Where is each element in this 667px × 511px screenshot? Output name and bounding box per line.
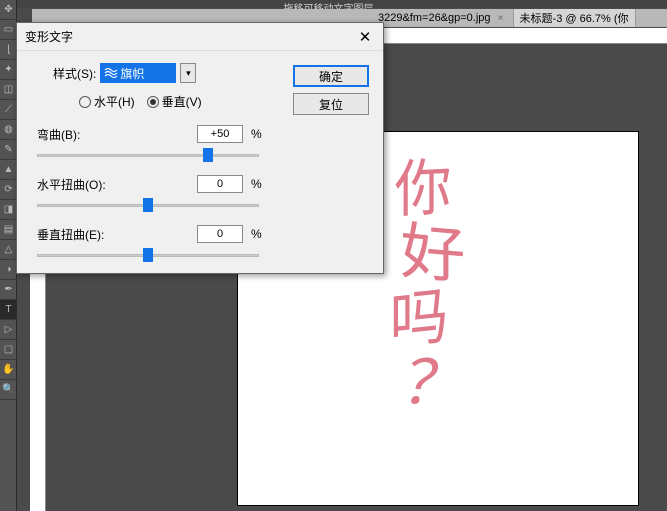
- dialog-buttons: 确定 复位: [293, 65, 369, 115]
- hdist-row: 水平扭曲(O): %: [37, 174, 371, 194]
- tool-eyedropper[interactable]: ⟋: [0, 100, 17, 120]
- flag-icon: [104, 66, 118, 80]
- tool-eraser[interactable]: ◨: [0, 200, 17, 220]
- hdist-input[interactable]: [197, 175, 243, 193]
- tool-move[interactable]: ✥: [0, 0, 17, 20]
- bend-input[interactable]: [197, 125, 243, 143]
- tool-dodge[interactable]: ◑: [0, 260, 17, 280]
- radio-horizontal[interactable]: 水平(H): [79, 93, 135, 110]
- tool-heal[interactable]: ◍: [0, 120, 17, 140]
- radio-icon: [79, 96, 91, 108]
- dialog-titlebar[interactable]: 变形文字 ✕: [17, 23, 383, 51]
- tool-stamp[interactable]: ▲: [0, 160, 17, 180]
- warped-char: ？: [389, 349, 473, 420]
- top-hint-bar: 拖移可移动文字图层。: [0, 0, 667, 8]
- percent-label: %: [251, 127, 262, 141]
- radio-label: 水平(H): [94, 93, 135, 110]
- tools-panel: ✥ ▭ ɭ ✦ ◫ ⟋ ◍ ✎ ▲ ⟳ ◨ ▤ △ ◑ ✒ T ▷ ▢ ✋ 🔍: [0, 0, 17, 511]
- tool-path[interactable]: ▷: [0, 320, 17, 340]
- bend-label: 弯曲(B):: [37, 126, 197, 143]
- style-dropdown-button[interactable]: ▾: [180, 63, 196, 83]
- tool-lasso[interactable]: ɭ: [0, 40, 17, 60]
- tool-blur[interactable]: △: [0, 240, 17, 260]
- dialog-title-text: 变形文字: [25, 28, 73, 45]
- dialog-body: 确定 复位 样式(S): 旗帜 ▾ 水平(H) 垂直(V): [17, 51, 383, 286]
- tool-type[interactable]: T: [0, 300, 17, 320]
- tool-pen[interactable]: ✒: [0, 280, 17, 300]
- slider-thumb[interactable]: [143, 198, 153, 212]
- radio-vertical[interactable]: 垂直(V): [147, 93, 202, 110]
- tool-hand[interactable]: ✋: [0, 360, 17, 380]
- vdist-row: 垂直扭曲(E): %: [37, 224, 371, 244]
- tool-zoom[interactable]: 🔍: [0, 380, 17, 400]
- bend-row: 弯曲(B): %: [37, 124, 371, 144]
- percent-label: %: [251, 177, 262, 191]
- tool-marquee[interactable]: ▭: [0, 20, 17, 40]
- tool-gradient[interactable]: ▤: [0, 220, 17, 240]
- close-icon[interactable]: ✕: [355, 27, 375, 47]
- tool-history[interactable]: ⟳: [0, 180, 17, 200]
- vdist-slider[interactable]: [37, 248, 259, 262]
- tool-shape[interactable]: ▢: [0, 340, 17, 360]
- percent-label: %: [251, 227, 262, 241]
- warped-text[interactable]: 你 好 吗 ？: [386, 157, 468, 417]
- slider-thumb[interactable]: [143, 248, 153, 262]
- style-select[interactable]: 旗帜: [100, 63, 176, 83]
- tab-doc-1[interactable]: 3229&fm=26&gp=0.jpg ×: [372, 9, 514, 27]
- radio-icon: [147, 96, 159, 108]
- vdist-label: 垂直扭曲(E):: [37, 226, 197, 243]
- bend-slider[interactable]: [37, 148, 259, 162]
- close-icon[interactable]: ×: [495, 12, 507, 24]
- hdist-slider[interactable]: [37, 198, 259, 212]
- warped-char: 吗: [380, 283, 458, 356]
- style-label: 样式(S):: [53, 65, 96, 82]
- reset-button[interactable]: 复位: [293, 93, 369, 115]
- tab-doc-2[interactable]: 未标题-3 @ 66.7% (你: [514, 9, 636, 27]
- slider-track: [37, 154, 259, 157]
- tool-brush[interactable]: ✎: [0, 140, 17, 160]
- radio-label: 垂直(V): [162, 93, 202, 110]
- tab-label: 未标题-3 @ 66.7% (你: [520, 10, 629, 26]
- slider-thumb[interactable]: [203, 148, 213, 162]
- warp-text-dialog: 变形文字 ✕ 确定 复位 样式(S): 旗帜 ▾ 水平(H) 垂: [16, 22, 384, 274]
- tool-wand[interactable]: ✦: [0, 60, 17, 80]
- vdist-input[interactable]: [197, 225, 243, 243]
- style-value: 旗帜: [120, 65, 144, 82]
- ok-button[interactable]: 确定: [293, 65, 369, 87]
- chevron-down-icon: ▾: [186, 68, 191, 79]
- warped-char: 好: [390, 218, 476, 291]
- warped-char: 你: [385, 155, 460, 224]
- hdist-label: 水平扭曲(O):: [37, 176, 197, 193]
- tab-label: 3229&fm=26&gp=0.jpg: [378, 12, 491, 24]
- tool-crop[interactable]: ◫: [0, 80, 17, 100]
